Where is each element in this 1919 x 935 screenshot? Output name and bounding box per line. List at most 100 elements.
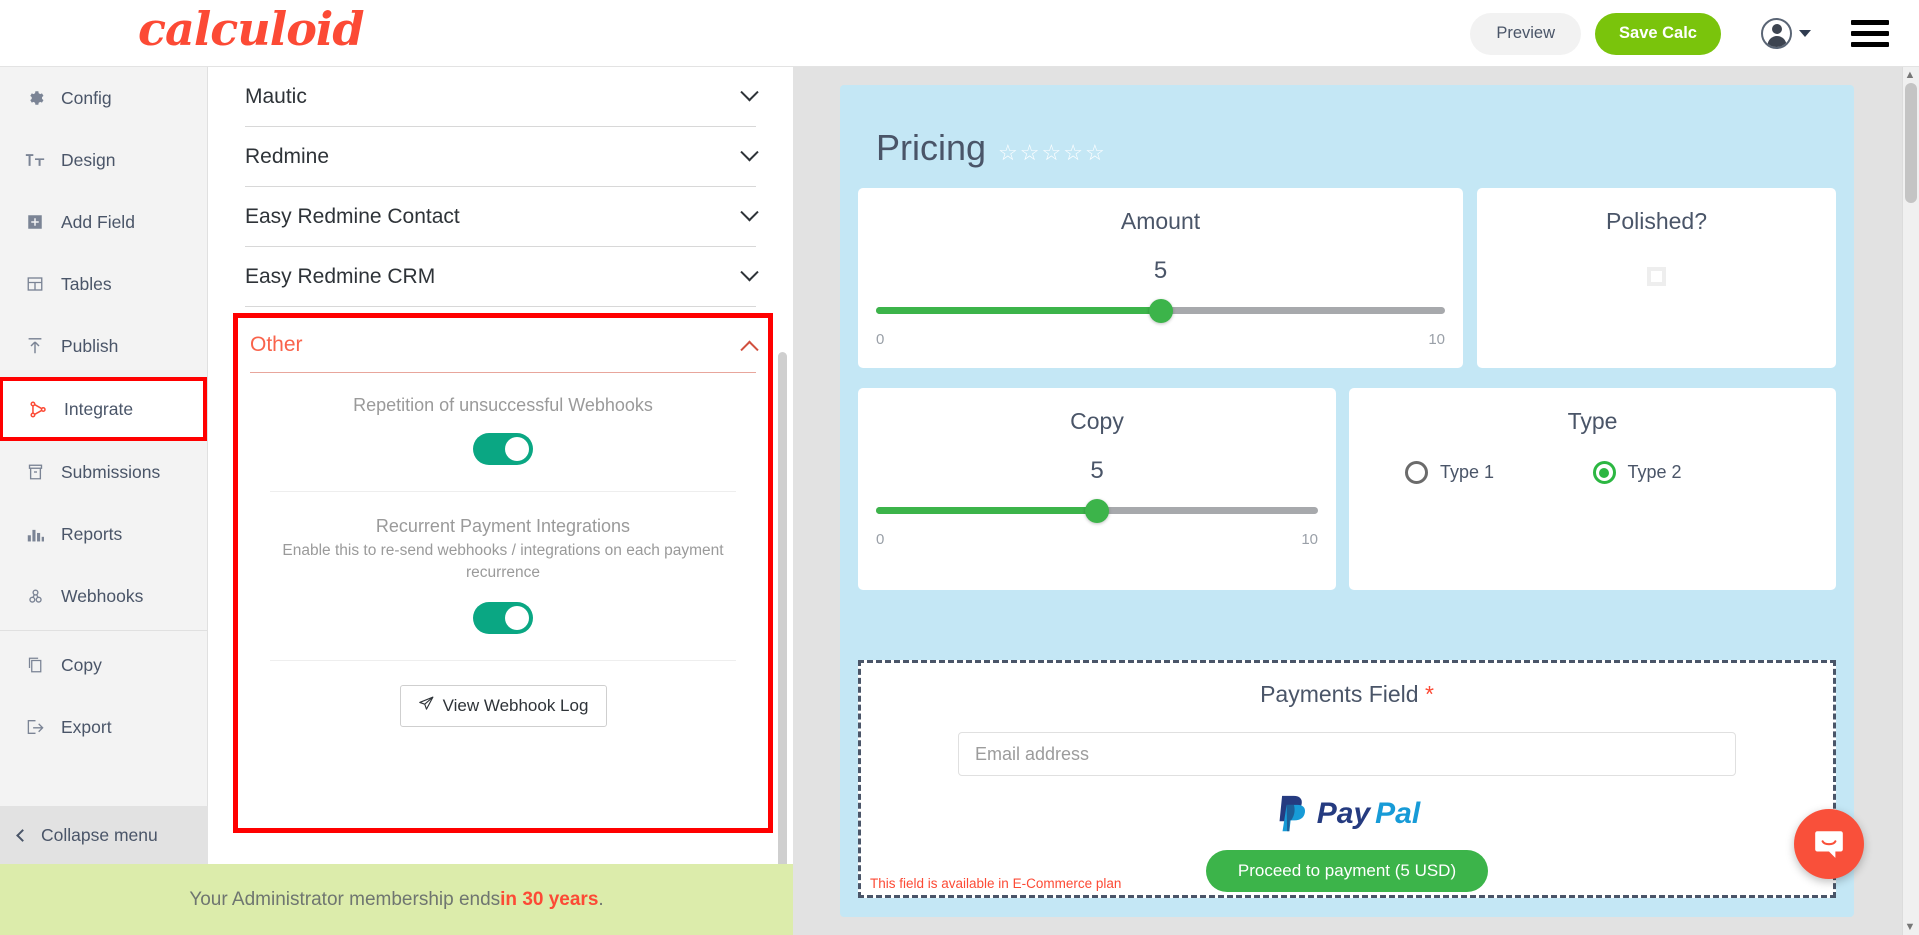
- paper-plane-icon: [418, 695, 435, 717]
- preview-scrollbar-track[interactable]: ▲ ▼: [1902, 67, 1919, 935]
- calculoid-logo[interactable]: calculoid: [138, 2, 365, 56]
- collapse-menu-button[interactable]: Collapse menu: [0, 806, 208, 864]
- sidebar-item-label: Reports: [61, 523, 123, 544]
- gear-icon: [24, 89, 46, 107]
- rating-stars-icon[interactable]: ☆☆☆☆☆: [998, 140, 1107, 166]
- scroll-up-icon[interactable]: ▲: [1903, 68, 1917, 82]
- view-webhook-log-button[interactable]: View Webhook Log: [399, 684, 607, 727]
- field-label: Copy: [1070, 408, 1124, 434]
- radio-label: Type 2: [1627, 462, 1682, 482]
- preview-scrollbar-thumb[interactable]: [1905, 83, 1917, 203]
- slider-fill: [876, 507, 1097, 514]
- sidebar-item-publish[interactable]: Publish: [0, 315, 207, 377]
- other-section-title: Other: [250, 333, 303, 356]
- repetition-webhooks-toggle[interactable]: [473, 433, 533, 465]
- option-label: Recurrent Payment Integrations: [375, 516, 631, 536]
- archive-icon: [24, 463, 46, 481]
- view-webhook-log-label: View Webhook Log: [442, 695, 589, 715]
- calculator-header: Pricing ☆☆☆☆☆: [840, 85, 1854, 169]
- radio-circle-icon: [1405, 461, 1428, 484]
- bar-chart-icon: [24, 526, 46, 543]
- other-section-header[interactable]: Other: [250, 318, 759, 373]
- integration-label: Mautic: [245, 84, 307, 108]
- sidebar-item-label: Config: [61, 87, 112, 108]
- paypal-logo-icon: Pay Pal: [861, 794, 1833, 834]
- slider-min: 0: [876, 331, 885, 348]
- upload-icon: [24, 337, 46, 355]
- integration-row-easy-redmine-crm[interactable]: Easy Redmine CRM: [245, 247, 759, 307]
- calculator-card: Pricing ☆☆☆☆☆ Amount 5 0 10 Polished? Co…: [840, 85, 1854, 917]
- webhook-icon: [24, 587, 46, 606]
- account-menu[interactable]: [1761, 18, 1811, 49]
- email-address-input[interactable]: [958, 732, 1736, 776]
- chevron-down-icon: [740, 83, 759, 102]
- amount-slider[interactable]: [876, 299, 1445, 325]
- scroll-down-icon[interactable]: ▼: [1903, 920, 1917, 934]
- sidebar-item-config[interactable]: Config: [0, 67, 207, 129]
- other-integrations-section: Other Repetition of unsuccessful Webhook…: [233, 313, 773, 833]
- banner-text-after: .: [598, 888, 604, 910]
- text-format-icon: [24, 152, 46, 168]
- sidebar-item-reports[interactable]: Reports: [0, 503, 207, 565]
- option-recurrent-payment-integrations: Recurrent Payment Integrations Enable th…: [260, 516, 746, 634]
- preview-button[interactable]: Preview: [1470, 12, 1582, 55]
- required-marker: *: [1424, 681, 1434, 707]
- collapse-menu-label: Collapse menu: [41, 824, 158, 845]
- other-section-body: Repetition of unsuccessful Webhooks Recu…: [238, 373, 768, 727]
- sidebar-item-label: Export: [61, 716, 112, 737]
- plus-box-icon: [24, 213, 46, 231]
- copy-value: 5: [1090, 457, 1104, 484]
- sidebar-item-copy[interactable]: Copy: [0, 634, 207, 696]
- sidebar-item-label: Webhooks: [61, 585, 144, 606]
- integrate-icon: [27, 400, 49, 419]
- banner-text-before: Your Administrator membership ends: [189, 888, 501, 910]
- chevron-down-icon: [740, 263, 759, 282]
- integration-row-easy-redmine-contact[interactable]: Easy Redmine Contact: [245, 187, 759, 247]
- slider-knob[interactable]: [1148, 299, 1173, 323]
- sidebar-item-label: Add Field: [61, 211, 135, 232]
- sidebar-item-export[interactable]: Export: [0, 696, 207, 758]
- radio-option-type-1[interactable]: Type 1: [1405, 461, 1593, 484]
- sidebar-item-submissions[interactable]: Submissions: [0, 441, 207, 503]
- recurrent-payment-toggle[interactable]: [473, 601, 533, 634]
- copy-slider[interactable]: [876, 499, 1318, 525]
- slider-max: 10: [1428, 331, 1445, 348]
- chevron-down-icon: [740, 143, 759, 162]
- user-avatar-icon: [1761, 18, 1792, 49]
- option-label: Repetition of unsuccessful Webhooks: [353, 395, 653, 415]
- sidebar-item-design[interactable]: Design: [0, 129, 207, 191]
- radio-label: Type 1: [1440, 462, 1495, 482]
- integration-label: Redmine: [245, 144, 330, 168]
- save-calc-button[interactable]: Save Calc: [1595, 12, 1721, 55]
- header-actions: Preview Save Calc: [1470, 0, 1889, 67]
- paypal-word-pay: Pay: [1316, 797, 1371, 830]
- proceed-to-payment-button[interactable]: Proceed to payment (5 USD): [1205, 850, 1489, 892]
- sidebar-item-label: Tables: [61, 273, 112, 294]
- chevron-left-icon: [16, 828, 29, 842]
- slider-knob[interactable]: [1085, 499, 1109, 523]
- app-header: calculoid Preview Save Calc: [0, 0, 1919, 67]
- sidebar-item-webhooks[interactable]: Webhooks: [0, 565, 207, 627]
- hamburger-menu-icon[interactable]: [1851, 20, 1889, 47]
- paypal-word-pal: Pal: [1375, 797, 1421, 830]
- integration-row-mautic[interactable]: Mautic: [245, 67, 759, 127]
- table-icon: [24, 275, 46, 293]
- chevron-up-icon: [740, 340, 759, 359]
- left-panel-scrollbar[interactable]: [778, 352, 787, 864]
- chevron-down-icon: [1799, 30, 1811, 37]
- radio-option-type-2[interactable]: Type 2: [1592, 461, 1781, 484]
- sidebar-item-add-field[interactable]: Add Field: [0, 191, 207, 253]
- copy-range: 0 10: [876, 531, 1318, 548]
- polished-checkbox[interactable]: [1647, 267, 1666, 286]
- slider-max: 10: [1301, 531, 1318, 548]
- integration-label: Easy Redmine CRM: [245, 264, 436, 288]
- chat-bubble-icon[interactable]: [1794, 809, 1864, 879]
- chevron-down-icon: [740, 203, 759, 222]
- field-copy: Copy 5 0 10: [858, 388, 1336, 590]
- integration-row-redmine[interactable]: Redmine: [245, 127, 759, 187]
- option-description: Enable this to re-send webhooks / integr…: [282, 542, 724, 582]
- option-divider: [270, 659, 736, 661]
- slider-fill: [876, 307, 1161, 314]
- sidebar-item-tables[interactable]: Tables: [0, 253, 207, 315]
- sidebar-item-integrate[interactable]: Integrate: [0, 377, 207, 441]
